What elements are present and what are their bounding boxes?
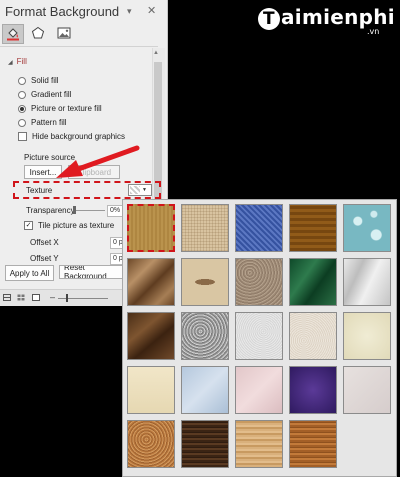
- texture-gallery: [122, 199, 397, 477]
- texture-tile-blue-tissue-paper[interactable]: [181, 366, 229, 414]
- picture-texture-fill-option[interactable]: Picture or texture fill: [18, 104, 102, 113]
- gradient-fill-radio[interactable]: [18, 90, 26, 99]
- texture-tile-brown-marble[interactable]: [127, 312, 175, 360]
- texture-tile-denim[interactable]: [235, 204, 283, 252]
- logo-suffix: .vn: [367, 27, 380, 36]
- texture-tile-bouquet[interactable]: [343, 366, 391, 414]
- collapse-triangle-icon: ◢: [8, 60, 13, 66]
- zoom-out-icon[interactable]: –: [50, 292, 55, 302]
- pattern-fill-radio[interactable]: [18, 118, 26, 127]
- texture-tile-granite[interactable]: [181, 312, 229, 360]
- texture-tile-purple-mesh[interactable]: [289, 366, 337, 414]
- close-icon[interactable]: ✕: [147, 4, 156, 17]
- pattern-fill-option[interactable]: Pattern fill: [18, 118, 67, 127]
- slide-sorter-icon[interactable]: [17, 294, 25, 301]
- zoom-slider-thumb[interactable]: [66, 294, 68, 302]
- offset-y-label: Offset Y: [30, 254, 59, 263]
- texture-tile-paper-bag[interactable]: [127, 258, 175, 306]
- solid-fill-label: Solid fill: [31, 76, 59, 85]
- tab-fill-paint-bucket[interactable]: [2, 24, 24, 44]
- tile-picture-label: Tile picture as texture: [38, 221, 115, 230]
- gradient-fill-option[interactable]: Gradient fill: [18, 90, 71, 99]
- texture-tile-white-marble[interactable]: [343, 258, 391, 306]
- hide-background-graphics-option[interactable]: Hide background graphics: [18, 132, 125, 141]
- paint-bucket-icon: [7, 28, 19, 41]
- tile-picture-checkbox[interactable]: ✓: [24, 221, 33, 230]
- texture-tile-fish-fossil[interactable]: [181, 258, 229, 306]
- pane-options-dropdown-icon[interactable]: ▾: [127, 6, 132, 17]
- taimienphi-logo: Taimienphi .vn: [258, 5, 395, 36]
- texture-tile-recycled-paper[interactable]: [289, 312, 337, 360]
- transparency-label: Transparency: [26, 206, 75, 215]
- texture-tile-sand[interactable]: [235, 258, 283, 306]
- gradient-fill-label: Gradient fill: [31, 90, 72, 99]
- tile-picture-option[interactable]: ✓ Tile picture as texture: [24, 221, 114, 230]
- texture-tile-parchment[interactable]: [343, 312, 391, 360]
- texture-tile-papyrus[interactable]: [127, 204, 175, 252]
- texture-tile-water-droplets[interactable]: [343, 204, 391, 252]
- logo-t-circle-icon: T: [258, 8, 280, 30]
- texture-tile-stationery[interactable]: [127, 366, 175, 414]
- texture-tile-oak[interactable]: [235, 420, 283, 468]
- tab-picture[interactable]: [54, 24, 74, 42]
- scroll-up-arrow-icon[interactable]: ▲: [153, 50, 159, 56]
- texture-tile-cork[interactable]: [127, 420, 175, 468]
- picture-source-label: Picture source: [24, 153, 76, 162]
- pentagon-icon: [31, 26, 45, 39]
- tabs-divider: [0, 46, 158, 47]
- insert-button[interactable]: Insert...: [24, 165, 62, 179]
- offset-x-label: Offset X: [30, 238, 59, 247]
- hide-background-graphics-checkbox[interactable]: [18, 132, 27, 141]
- texture-tile-canvas[interactable]: [181, 204, 229, 252]
- fill-section-header[interactable]: ◢ Fill: [8, 57, 27, 66]
- pattern-fill-label: Pattern fill: [31, 118, 67, 127]
- picture-icon: [57, 27, 71, 39]
- pane-title: Format Background: [5, 4, 120, 19]
- reset-background-button[interactable]: Reset Background: [59, 265, 123, 279]
- apply-to-all-button[interactable]: Apply to All: [5, 265, 54, 281]
- texture-tile-pink-tissue-paper[interactable]: [235, 366, 283, 414]
- texture-tile-woven-mat[interactable]: [289, 204, 337, 252]
- normal-view-icon[interactable]: [3, 294, 11, 301]
- tab-effects-pentagon[interactable]: [28, 24, 48, 42]
- solid-fill-option[interactable]: Solid fill: [18, 76, 59, 85]
- reading-view-icon[interactable]: [32, 294, 40, 301]
- transparency-slider[interactable]: [75, 210, 105, 211]
- texture-tile-newsprint[interactable]: [235, 312, 283, 360]
- texture-tile-medium-wood[interactable]: [289, 420, 337, 468]
- texture-tile-green-marble[interactable]: [289, 258, 337, 306]
- hide-background-graphics-label: Hide background graphics: [32, 132, 125, 141]
- picture-texture-fill-label: Picture or texture fill: [31, 104, 102, 113]
- picture-texture-fill-radio[interactable]: [18, 104, 26, 113]
- solid-fill-radio[interactable]: [18, 76, 26, 85]
- logo-brand: Taimienphi: [258, 5, 395, 30]
- clipboard-button[interactable]: Clipboard: [68, 165, 120, 179]
- fill-section-label: Fill: [16, 57, 27, 66]
- transparency-slider-thumb[interactable]: [73, 206, 76, 214]
- texture-highlight-box: [13, 181, 161, 199]
- logo-brand-text: aimienphi: [281, 5, 395, 29]
- texture-tile-walnut[interactable]: [181, 420, 229, 468]
